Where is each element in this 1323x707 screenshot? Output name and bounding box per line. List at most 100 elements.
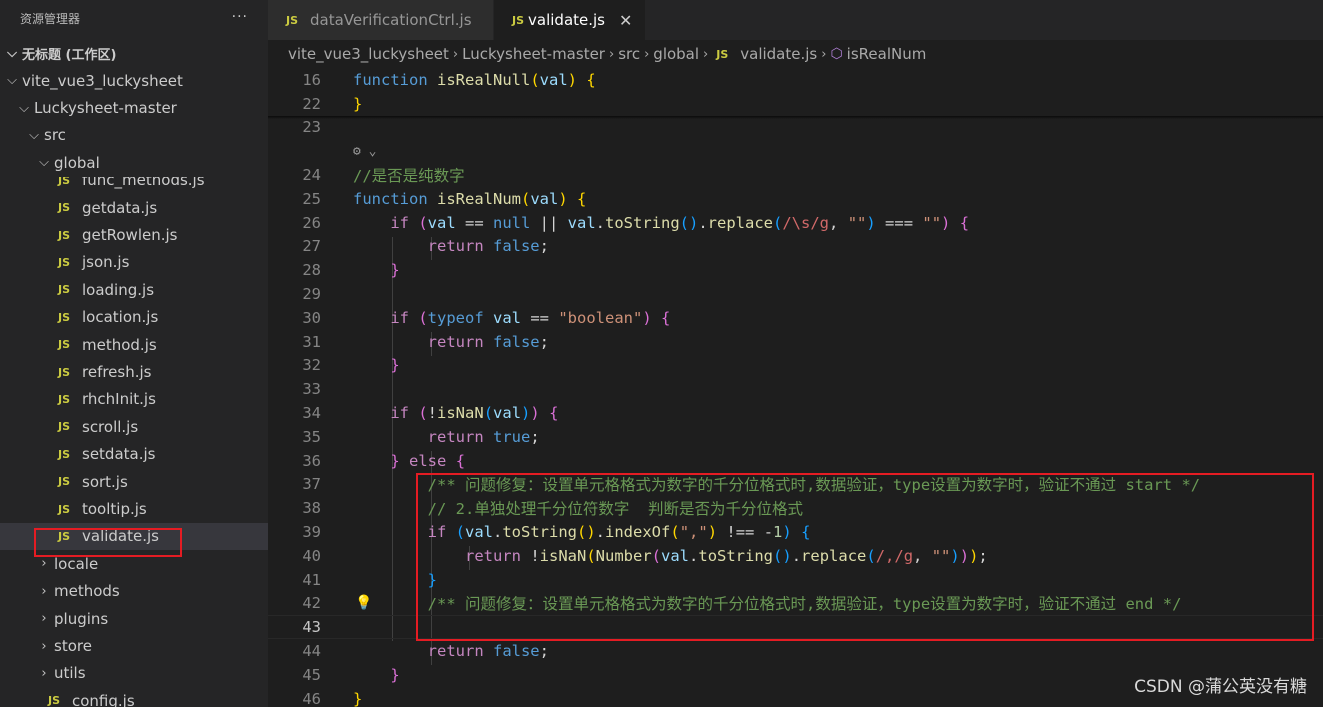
tree-folder[interactable]: › locale [0,550,268,577]
code-token: if [390,213,419,232]
code-line[interactable]: 30 if (typeof val == "boolean") { [268,306,1323,330]
code-line[interactable]: 33 [268,377,1323,401]
chevron-right-icon: › [41,665,47,681]
line-number: 34 [302,404,321,423]
tree-item-label: Luckysheet-master [34,99,177,118]
chevron-down-icon: ⌵ [7,73,17,89]
code-line[interactable]: 26 if (val == null || val.toString().rep… [268,211,1323,235]
code-line[interactable]: 35 return true; [268,425,1323,449]
tree-folder[interactable]: › plugins [0,605,268,632]
js-file-icon: JS [58,338,71,352]
code-token: ( [418,213,428,232]
code-token: isRealNum [437,189,521,208]
tab-dataverificationctrl[interactable]: JS dataVerificationCtrl.js [268,0,494,40]
line-number: 42 [302,594,321,613]
tree-item-label: getRowlen.js [82,226,178,245]
code-line[interactable]: 16 function isRealNull(val) { [268,68,1323,92]
code-text: function isRealNum(val) { [353,190,586,208]
tree-file[interactable]: JS getRowlen.js [0,221,268,248]
code-line[interactable]: 41 } [268,568,1323,592]
breadcrumb-item[interactable]: global [653,45,699,63]
tree-file[interactable]: JS getdata.js [0,194,268,221]
tree-folder[interactable]: ⌵ src [0,121,268,150]
code-line[interactable]: 40 return !isNaN(Number(val.toString().r… [268,544,1323,568]
code-token: val [465,523,493,542]
code-line[interactable]: ⚙ ⌄ [268,139,1323,163]
code-line[interactable]: 24 //是否是纯数字 [268,163,1323,187]
code-token: ( [670,523,680,542]
tree-file[interactable]: JS tooltip.js [0,495,268,522]
breadcrumb-symbol[interactable]: isRealNum [847,45,927,63]
code-token: { [661,308,671,327]
chevron-down-icon: ⌵ [19,100,29,116]
code-line[interactable]: 22} [268,92,1323,116]
code-token: . [595,523,606,542]
tree-file[interactable]: JS rhchInit.js [0,386,268,413]
tab-validate[interactable]: JS validate.js ✕ [494,0,646,40]
code-line[interactable]: 44 return false; [268,639,1323,663]
tree-file[interactable]: JS scroll.js [0,413,268,440]
tree-file[interactable]: JS json.js [0,249,268,276]
code-line[interactable]: 31 return false; [268,330,1323,354]
tree-folder[interactable]: ⌵ Luckysheet-master [0,94,268,122]
code-line[interactable]: 34 if (!isNaN(val)) { [268,401,1323,425]
code-line[interactable]: 25 function isRealNum(val) { [268,187,1323,211]
code-line[interactable]: 29 [268,282,1323,306]
breadcrumb-item[interactable]: src [618,45,640,63]
tree-item-label: locale [54,554,99,573]
code-line[interactable]: 36 } else { [268,449,1323,473]
code-line[interactable]: 43 [268,615,1323,640]
code-editor[interactable]: 16 function isRealNull(val) {22} 23 ⚙ ⌄ 24//… [268,68,1323,707]
code-token: val [661,546,690,565]
code-token: /** 问题修复：设置单元格格式为数字的千分位格式时,数据验证，type设置为数… [427,476,1201,495]
tree-folder[interactable]: › methods [0,578,268,605]
tree-item-label: scroll.js [82,417,139,436]
workspace-root[interactable]: ⌵ 无标题 (工作区) [0,40,268,67]
breadcrumb-item[interactable]: vite_vue3_luckysheet [288,45,449,63]
code-line[interactable]: 28 } [268,258,1323,282]
code-text: } [353,95,362,113]
code-text: function isRealNull(val) { [353,71,596,89]
tree-file[interactable]: JS validate.js [0,522,268,551]
line-number: 37 [302,475,321,494]
tree-folder[interactable]: ⌵ global [0,149,268,177]
tree-item-label: rhchInit.js [82,390,156,409]
tree-file[interactable]: JS location.js [0,304,268,331]
line-number: 27 [302,237,321,256]
code-token: ) [782,523,792,542]
tree-file[interactable]: JS loading.js [0,276,268,303]
tree-folder[interactable]: › utils [0,660,268,687]
code-token: val [493,404,522,423]
tree-file[interactable]: JS setdata.js [0,441,268,468]
line-number: 22 [302,94,321,113]
code-line[interactable]: 32 } [268,354,1323,378]
breadcrumb-item[interactable]: Luckysheet-master [462,45,605,63]
code-line[interactable]: 23 [268,116,1323,140]
breadcrumb-file[interactable]: validate.js [740,45,817,63]
tree-folder[interactable]: › store [0,632,268,659]
tree-item-label: plugins [54,609,109,628]
js-file-icon: JS [286,13,299,27]
line-number: 32 [302,356,321,375]
code-line[interactable]: 42 💡 /** 问题修复：设置单元格格式为数字的千分位格式时,数据验证，type… [268,592,1323,616]
code-line[interactable]: 39 if (val.toString().indexOf(",") !== -… [268,520,1323,544]
tree-file[interactable]: JS config.js [0,687,268,707]
tree-file[interactable]: JS refresh.js [0,358,268,385]
chevron-right-icon: › [41,583,47,599]
code-line[interactable]: 38 // 2.单独处理千分位符数字 判断是否为千分位格式 [268,496,1323,520]
tree-file[interactable]: JS method.js [0,331,268,358]
code-line[interactable]: 27 return false; [268,235,1323,259]
tree-file[interactable]: JS sort.js [0,468,268,495]
line-number: 38 [302,499,321,518]
code-token: if [427,523,456,542]
more-actions-icon[interactable]: ··· [232,9,248,25]
tree-folder[interactable]: ⌵ vite_vue3_luckysheet [0,67,268,95]
line-number: 36 [302,451,321,470]
code-token: ) [969,546,979,565]
code-line[interactable]: 37 /** 问题修复：设置单元格格式为数字的千分位格式时,数据验证，type设… [268,473,1323,497]
codelens-icon[interactable]: ⚙ ⌄ [353,144,376,159]
close-icon[interactable]: ✕ [619,11,632,30]
